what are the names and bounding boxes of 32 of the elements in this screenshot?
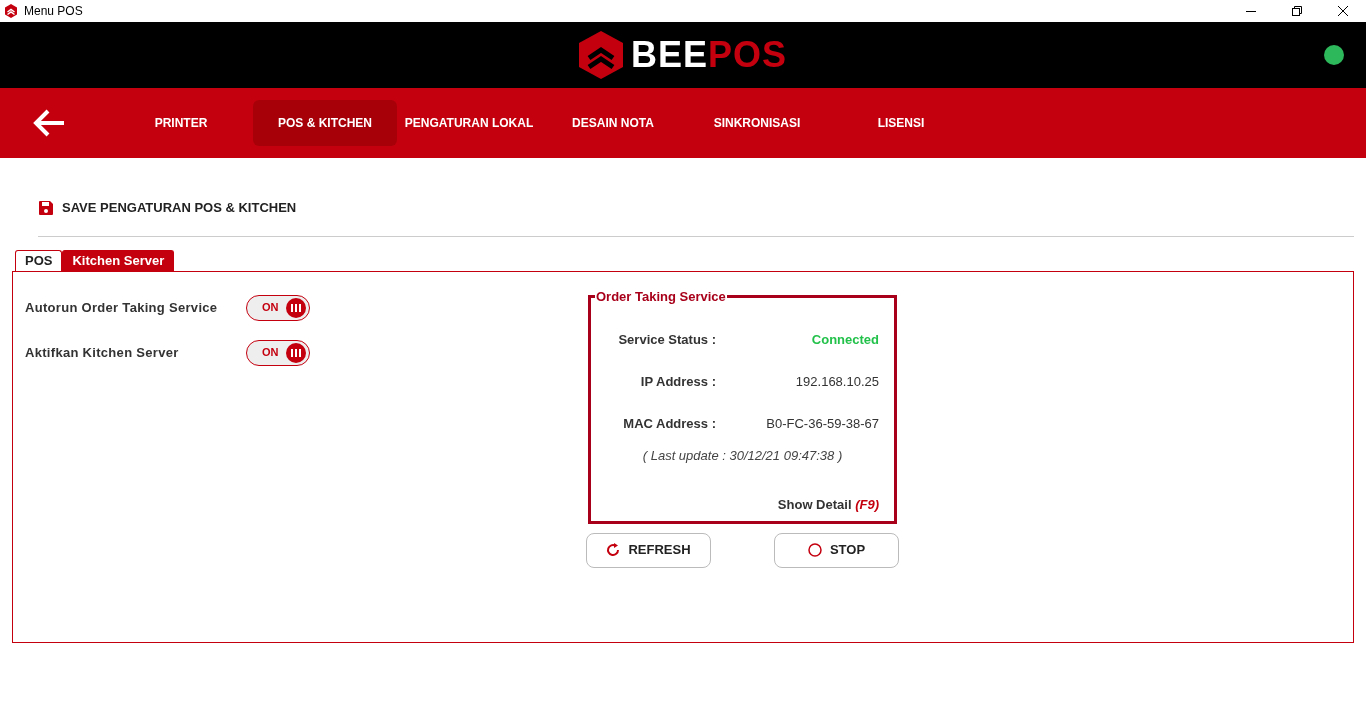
restore-icon [1292,6,1302,16]
toggle-switch[interactable]: ON [246,339,310,366]
info-label: IP Address : [639,372,716,391]
nav-tab[interactable]: PENGATURAN LOKAL [397,100,541,146]
info-value: Connected [811,330,879,349]
nav-tab[interactable]: PRINTER [109,100,253,146]
last-update-text: ( Last update : 30/12/21 09:47:38 ) [641,446,844,465]
setting-label: Autorun Order Taking Service [25,298,219,317]
action-button[interactable]: REFRESH [586,532,711,568]
refresh-icon [606,543,621,557]
nav-tab[interactable]: DESAIN NOTA [541,100,685,146]
info-value: 192.168.10.25 [795,372,879,391]
window-title: Menu POS [24,3,83,20]
show-detail-link[interactable]: Show Detail (F9) [777,495,879,515]
circle-icon [807,543,822,557]
info-value: B0-FC-36-59-38-67 [766,414,879,433]
nav-tab[interactable]: SINKRONISASI [685,100,829,146]
close-icon [1338,6,1348,16]
setting-label: Aktifkan Kitchen Server [25,343,180,362]
tab[interactable]: Kitchen Server [62,249,175,271]
toggle-switch[interactable]: ON [246,294,310,321]
tab[interactable]: POS [15,249,63,271]
info-label: MAC Address : [622,414,716,433]
nav-tab[interactable]: LISENSI [829,100,973,146]
logo-icon [578,31,623,79]
info-label: Service Status : [617,330,716,349]
app-logo-icon [4,4,18,18]
minimize-icon [1246,10,1256,12]
save-button[interactable]: SAVE PENGATURAN POS & KITCHEN [38,198,297,218]
action-button[interactable]: STOP [774,532,899,568]
logo-text: BEEPOS [630,33,788,77]
nav-tab[interactable]: POS & KITCHEN [253,100,397,146]
